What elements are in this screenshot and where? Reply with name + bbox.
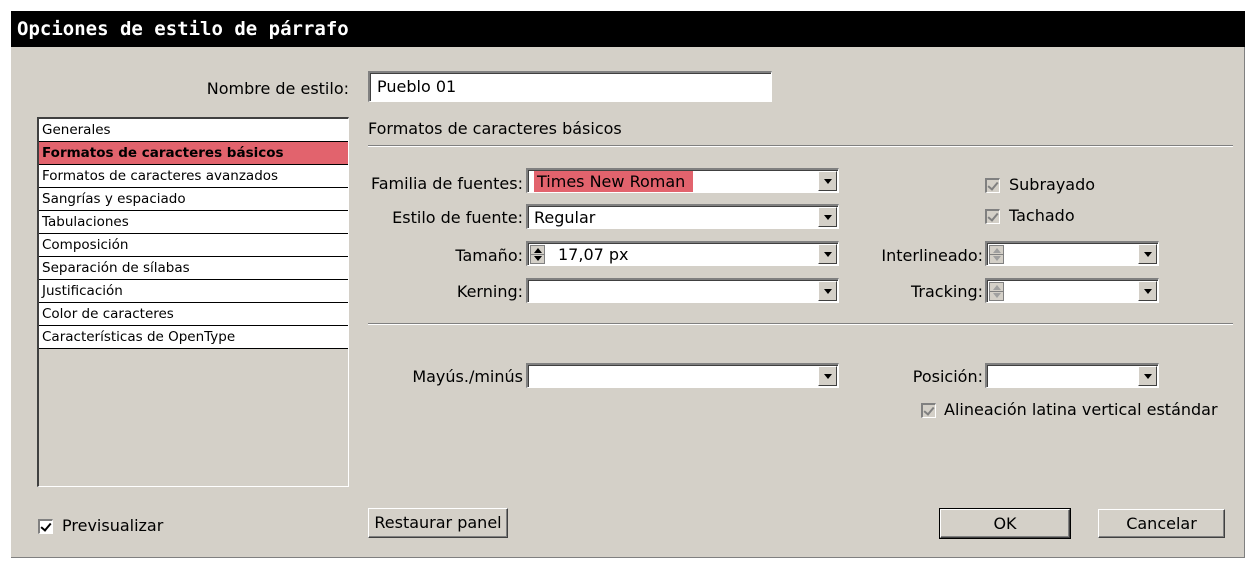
sidebar-item-formatos-basicos[interactable]: Formatos de caracteres básicos <box>39 142 348 165</box>
size-value: 17,07 px <box>558 245 629 264</box>
sidebar-item-color[interactable]: Color de caracteres <box>39 303 348 326</box>
underline-label: Subrayado <box>1009 175 1096 194</box>
panel-heading: Formatos de caracteres básicos <box>368 119 622 138</box>
sidebar-item-separacion[interactable]: Separación de sílabas <box>39 257 348 280</box>
leading-stepper[interactable] <box>989 245 1004 264</box>
size-label: Tamaño: <box>455 246 523 265</box>
sidebar-item-justificacion[interactable]: Justificación <box>39 280 348 303</box>
case-label: Mayús./minús <box>412 367 523 386</box>
tracking-stepper[interactable] <box>989 282 1004 301</box>
middle-divider <box>368 323 1233 325</box>
size-combo[interactable]: 17,07 px <box>526 241 839 266</box>
category-list[interactable]: Generales Formatos de caracteres básicos… <box>37 117 349 487</box>
font-style-value: Regular <box>534 208 596 227</box>
position-label: Posición: <box>912 367 983 386</box>
style-name-value: Pueblo 01 <box>377 77 457 96</box>
dialog-title: Opciones de estilo de párrafo <box>11 11 1245 47</box>
preview-label: Previsualizar <box>62 516 164 535</box>
preview-checkbox[interactable] <box>38 519 53 534</box>
tracking-label: Tracking: <box>911 282 983 301</box>
ok-button[interactable]: OK <box>939 508 1071 539</box>
font-family-value: Times New Roman <box>534 171 694 192</box>
sidebar-item-formatos-avanzados[interactable]: Formatos de caracteres avanzados <box>39 165 348 188</box>
chevron-down-icon[interactable] <box>1138 366 1157 386</box>
case-select[interactable] <box>526 363 839 388</box>
sidebar-item-composicion[interactable]: Composición <box>39 234 348 257</box>
chevron-down-icon[interactable] <box>1138 244 1157 264</box>
chevron-down-icon[interactable] <box>818 281 837 301</box>
reset-panel-button[interactable]: Restaurar panel <box>368 508 508 538</box>
roman-vertical-checkbox[interactable] <box>921 403 936 418</box>
kerning-label: Kerning: <box>456 282 523 301</box>
strikethrough-label: Tachado <box>1009 206 1075 225</box>
style-name-label: Nombre de estilo: <box>206 79 349 98</box>
font-family-select[interactable]: Times New Roman <box>526 168 839 193</box>
paragraph-style-options-dialog: Opciones de estilo de párrafo Nombre de … <box>11 11 1245 558</box>
kerning-select[interactable] <box>526 278 839 303</box>
tracking-combo[interactable] <box>985 278 1159 303</box>
heading-divider <box>368 145 1233 147</box>
leading-combo[interactable] <box>985 241 1159 266</box>
roman-vertical-label: Alineación latina vertical estándar <box>944 400 1218 419</box>
chevron-down-icon[interactable] <box>1138 281 1157 301</box>
sidebar-item-opentype[interactable]: Características de OpenType <box>39 326 348 349</box>
font-style-label: Estilo de fuente: <box>392 208 523 227</box>
underline-checkbox[interactable] <box>985 178 1000 193</box>
chevron-down-icon[interactable] <box>818 207 837 227</box>
font-style-select[interactable]: Regular <box>526 204 839 229</box>
style-name-input[interactable]: Pueblo 01 <box>368 71 772 102</box>
leading-label: Interlineado: <box>881 246 983 265</box>
sidebar-item-generales[interactable]: Generales <box>39 119 348 142</box>
cancel-button[interactable]: Cancelar <box>1098 509 1225 538</box>
size-stepper[interactable] <box>530 245 545 264</box>
sidebar-item-tabulaciones[interactable]: Tabulaciones <box>39 211 348 234</box>
chevron-down-icon[interactable] <box>818 244 837 264</box>
font-family-label: Familia de fuentes: <box>370 174 523 193</box>
strikethrough-checkbox[interactable] <box>985 209 1000 224</box>
chevron-down-icon[interactable] <box>818 171 837 191</box>
chevron-down-icon[interactable] <box>818 366 837 386</box>
sidebar-item-sangrias[interactable]: Sangrías y espaciado <box>39 188 348 211</box>
position-select[interactable] <box>985 363 1159 388</box>
